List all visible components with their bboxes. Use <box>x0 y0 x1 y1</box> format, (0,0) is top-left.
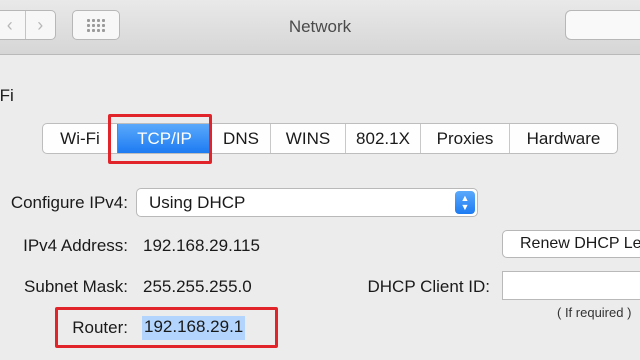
up-down-arrows-icon: ▲ ▼ <box>455 191 475 214</box>
tab-dns[interactable]: DNS <box>211 124 270 153</box>
tab-wifi[interactable]: Wi-Fi <box>43 124 117 153</box>
title-bar: ‹ › Network <box>0 0 640 55</box>
dhcp-client-id-field[interactable] <box>502 271 640 300</box>
ipv4-address-label: IPv4 Address: <box>23 236 128 255</box>
tab-proxies[interactable]: Proxies <box>420 124 509 153</box>
configure-ipv4-label: Configure IPv4: <box>10 193 128 212</box>
tab-wins[interactable]: WINS <box>270 124 345 153</box>
tab-8021x[interactable]: 802.1X <box>345 124 420 153</box>
subnet-mask-value: 255.255.255.0 <box>143 277 252 296</box>
ipv4-address-value: 192.168.29.115 <box>143 236 260 255</box>
if-required-hint: ( If required ) <box>557 305 632 320</box>
tab-hardware[interactable]: Hardware <box>509 124 617 153</box>
tcpip-highlight-box <box>108 114 212 164</box>
renew-dhcp-lease-button[interactable]: Renew DHCP Lease <box>502 230 640 258</box>
dhcp-client-id-label: DHCP Client ID: <box>367 277 491 296</box>
configure-ipv4-value: Using DHCP <box>149 193 246 212</box>
service-name: -Fi <box>0 86 14 105</box>
configure-ipv4-popup[interactable]: Using DHCP ▲ ▼ <box>136 188 478 217</box>
search-input[interactable] <box>565 10 640 40</box>
window-title: Network <box>288 17 352 36</box>
subnet-mask-label: Subnet Mask: <box>24 277 128 296</box>
router-highlight-box <box>55 307 278 348</box>
